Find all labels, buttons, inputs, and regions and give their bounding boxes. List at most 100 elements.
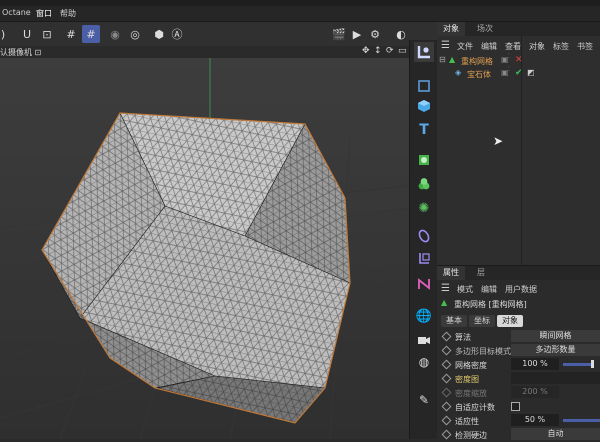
object-manager-tabs: 对象 场次 [437,22,600,36]
3d-viewport[interactable] [0,58,409,439]
subtab-basic[interactable]: 基本 [441,315,467,327]
object-row-gem[interactable]: ◈ 宝石体 ▣ ⁚ ✔ ◩ [437,66,600,80]
camera-rig-icon[interactable] [414,248,434,268]
mesh-density-slider[interactable] [563,363,593,366]
mograph-gear-icon[interactable]: ✺ [414,198,434,218]
spline-tool-icon[interactable] [414,274,434,294]
mesh-density-input[interactable]: 100 % [511,358,559,370]
rectangle-select-icon[interactable] [414,76,434,96]
pen-edit-icon[interactable]: ✎ [414,390,434,410]
grid-snap-icon[interactable]: # [62,25,80,43]
mouse-cursor-icon: ➤ [493,134,504,148]
text-render-icon[interactable]: Ⓐ [168,25,186,43]
keyframe-diamond-icon[interactable] [441,415,452,426]
menu-bookmarks[interactable]: 书签 [577,41,593,52]
subtab-coordinates[interactable]: 坐标 [469,315,495,327]
detect-hard-edges-dropdown[interactable]: 自动 [511,428,600,440]
density-map-link[interactable] [511,372,600,384]
field-mesh-density: 网格密度 100 % [437,358,600,372]
attribute-manager: 属性 层 ☰ 模式 编辑 用户数据 ▲ 重构网格 [重构网格] 基本 坐标 对象… [437,265,600,440]
field-polygon-target-mode: 多边形目标模式 多边形数量 [437,344,600,358]
menu-edit[interactable]: 编辑 [481,284,497,295]
tab-layers[interactable]: 层 [471,266,491,280]
field-detect-hard-edges: 检测硬边 自动 [437,428,600,442]
density-scale-input[interactable]: 200 % [511,386,559,398]
tab-objects[interactable]: 对象 [437,22,465,36]
attribute-menu: ☰ 模式 编辑 用户数据 [437,283,600,295]
cube-render-icon[interactable]: ⬢ [150,25,168,43]
object-manager: 对象 场次 ☰ 文件 编辑 查看 对象 标签 书签 ⊟ ▲ 重构网格 ▣ ⁚ ✕… [437,22,600,265]
tab-takes[interactable]: 场次 [471,22,499,36]
render-settings-icon[interactable]: ⚙ [366,25,384,43]
hamburger-icon[interactable]: ☰ [441,40,450,51]
hamburger-icon[interactable]: ☰ [441,283,450,294]
partial-icon[interactable]: ) [0,25,12,43]
menu-view[interactable]: 查看 [505,41,521,52]
main-toolbar: ) Ս ⊡ # # ◉ ◎ ⬢ Ⓐ 🎬 ▶ ⚙ ◐ [0,22,437,47]
move-icon[interactable]: ✥ [362,46,370,56]
keyframe-diamond-icon[interactable] [441,331,452,342]
menu-file[interactable]: 文件 [457,41,473,52]
l-object-icon[interactable] [414,42,434,62]
zoom-icon[interactable]: ⟳ [386,46,394,56]
attribute-tabs: 属性 层 [437,266,600,280]
keyframe-diamond-icon[interactable] [441,359,452,370]
menu-mode[interactable]: 模式 [457,284,473,295]
vertical-toolbar: T ✺ 🌐 ◍ ✎ [409,40,439,439]
spiral-icon[interactable]: ◐ [392,25,410,43]
visibility-dots-icon[interactable]: ⁚ [508,66,510,73]
keyframe-diamond-icon[interactable] [441,373,452,384]
maximize-icon[interactable]: ▭ [398,46,407,56]
slider-handle[interactable] [591,360,594,368]
menu-edit[interactable]: 编辑 [481,41,497,52]
camera-icon[interactable] [414,330,434,350]
magnet-snap-icon[interactable]: Ս [18,25,36,43]
viewport-canvas[interactable] [0,58,409,439]
camera-label[interactable]: 认摄像机 ⊡ [0,47,41,58]
object-name[interactable]: 重构网格 [461,56,493,67]
object-manager-menu: ☰ 文件 编辑 查看 对象 标签 书签 [437,40,600,52]
text-tool-icon[interactable]: T [414,120,434,140]
subtab-object[interactable]: 对象 [497,315,523,327]
keyframe-diamond-icon[interactable] [441,429,452,440]
deformer-icon[interactable] [414,226,434,246]
menu-object[interactable]: 对象 [529,41,545,52]
globe-icon[interactable]: 🌐 [414,306,434,326]
field-adaptivity: 适应性 50 % [437,414,600,428]
generator-icon[interactable] [414,150,434,170]
remesh-object-icon: ▲ [449,55,456,64]
tab-attributes[interactable]: 属性 [437,266,465,280]
field-adaptive-count: 自适应计数 [437,400,600,414]
render-disabled-icon[interactable]: ◉ [106,25,124,43]
algorithm-dropdown[interactable]: 瞬间网格 [511,330,600,342]
object-name[interactable]: 宝石体 [467,69,491,80]
remesh-object-icon: ▲ [441,298,448,307]
keyframe-diamond-icon[interactable] [441,401,452,412]
field-density-map: 密度图 [437,372,600,386]
menu-user-data[interactable]: 用户数据 [505,284,537,295]
cloner-icon[interactable] [414,174,434,194]
adaptivity-slider[interactable] [563,419,600,422]
snap-settings-icon[interactable]: ⊡ [38,25,56,43]
expand-minus-icon[interactable]: ⊟ [439,55,446,64]
column-divider [521,36,522,265]
rotate-icon[interactable]: ↕ [374,46,382,56]
polygon-target-dropdown[interactable]: 多边形数量 [511,344,600,356]
tag-icon[interactable]: ◩ [527,68,535,77]
light-icon[interactable]: ◍ [414,352,434,372]
keyframe-diamond-icon[interactable] [441,345,452,356]
adaptivity-input[interactable]: 50 % [511,414,559,426]
record-target-icon[interactable]: ◎ [126,25,144,43]
menu-window[interactable]: 窗口 [36,8,52,19]
menu-tags[interactable]: 标签 [553,41,569,52]
cube-icon[interactable] [414,96,434,116]
clapper-icon[interactable]: 🎬 [330,25,348,43]
adaptive-count-checkbox[interactable] [511,402,520,411]
object-row-remesh[interactable]: ⊟ ▲ 重构网格 ▣ ⁚ ✕ [437,53,600,67]
keyframe-diamond-icon[interactable] [441,387,452,398]
menu-octane[interactable]: Octane [2,8,31,17]
workplane-grid-icon[interactable]: # [82,25,100,43]
menu-help[interactable]: 帮助 [60,8,76,19]
render-view-icon[interactable]: ▶ [348,25,366,43]
visibility-dots-icon[interactable]: ⁚ [508,53,510,60]
